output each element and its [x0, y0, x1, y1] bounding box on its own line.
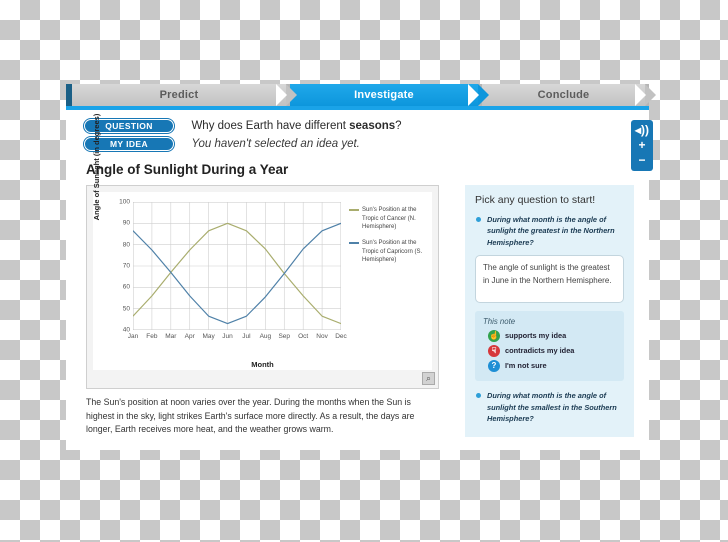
legend-swatch-icon: [349, 209, 359, 211]
bullet-icon: [476, 217, 481, 222]
chart-x-tick: Jan: [127, 333, 139, 340]
chart-x-tick: Jul: [242, 333, 251, 340]
tab-investigate[interactable]: Investigate: [290, 84, 489, 106]
page-title: Angle of Sunlight During a Year: [86, 162, 289, 177]
sidebar-question-2[interactable]: During what month is the angle of sunlig…: [475, 390, 624, 424]
chart-legend-label: Sun's Position at the Tropic of Capricor…: [362, 240, 423, 264]
tab-predict[interactable]: Predict: [72, 84, 297, 106]
answer-textarea[interactable]: The angle of sunlight is the greatest in…: [475, 255, 624, 304]
tab-divider-inner-icon: [468, 84, 479, 106]
question-mark-icon: ?: [488, 360, 500, 373]
chart-canvas: Angle of Sunlight (in degrees) Month 40 5…: [92, 114, 432, 370]
chart-legend: Sun's Position at the Tropic of Cancer (…: [349, 206, 429, 272]
option-contradicts[interactable]: ☟ contradicts my idea: [488, 345, 616, 358]
option-supports-label: supports my idea: [505, 331, 567, 341]
note-label: This note: [483, 317, 516, 327]
workflow-tab-bar: Predict Investigate Conclude: [66, 84, 656, 110]
tab-conclude-label: Conclude: [537, 89, 590, 101]
chart-y-tick: 70: [122, 262, 130, 270]
chart-x-tick: Feb: [146, 333, 158, 340]
sidebar-question-1-label: During what month is the angle of sunlig…: [487, 215, 615, 247]
chart-caption: The Sun's position at noon varies over t…: [86, 397, 415, 435]
thumbs-down-icon: ☟: [488, 345, 500, 358]
bullet-icon: [476, 393, 481, 399]
chart-x-tick: Oct: [298, 333, 309, 340]
sidebar-question-1[interactable]: During what month is the angle of sunlig…: [475, 214, 624, 248]
thumbs-up-icon: ☝: [488, 330, 500, 343]
tab-conclude[interactable]: Conclude: [482, 84, 656, 106]
chart-x-tick: Nov: [316, 333, 328, 340]
zoom-in-icon[interactable]: +: [631, 138, 653, 153]
question-sidebar: Pick any question to start! During what …: [465, 185, 634, 437]
option-not-sure[interactable]: ? I'm not sure: [488, 360, 616, 373]
app-stage: Predict Investigate Conclude QUESTION Wh…: [0, 0, 728, 542]
chart-x-tick: Apr: [184, 333, 195, 340]
tab-predict-label: Predict: [159, 89, 199, 101]
chart-legend-item: Sun's Position at the Tropic of Capricor…: [349, 239, 429, 265]
my-idea-text: You haven't selected an idea yet.: [191, 137, 360, 150]
chart-x-tick: Aug: [259, 333, 272, 340]
option-supports[interactable]: ☝ supports my idea: [488, 330, 616, 343]
sidebar-question-2-label: During what month is the angle of sunlig…: [487, 391, 617, 424]
my-idea-row: MY IDEA You haven't selected an idea yet…: [84, 135, 360, 153]
chart-x-tick: May: [202, 333, 215, 340]
chart-container: Angle of Sunlight (in degrees) Month 40 5…: [86, 114, 439, 389]
chart-svg: [132, 201, 342, 331]
question-text: Why does Earth have different seasons?: [191, 120, 401, 132]
chart-y-axis-label: Angle of Sunlight (in degrees): [92, 113, 101, 221]
tab-divider-icon: [478, 84, 489, 106]
sidebar-heading: Pick any question to start!: [475, 194, 596, 206]
chart-y-tick: 90: [122, 219, 130, 227]
question-row: QUESTION Why does Earth have different s…: [84, 117, 402, 135]
note-evaluation-box: This note ☝ supports my idea ☟ contradic…: [475, 311, 624, 382]
media-controls: ◂)) + −: [631, 120, 653, 171]
question-text-emphasis: seasons: [349, 119, 396, 132]
chart-x-tick: Dec: [335, 333, 347, 340]
chart-x-tick: Sep: [278, 333, 291, 340]
chart-x-tick: Jun: [222, 333, 233, 340]
question-text-post: ?: [395, 119, 402, 132]
tab-divider-inner-icon: [276, 84, 287, 106]
tab-divider-icon: [645, 84, 656, 106]
chart-y-tick: 50: [122, 305, 130, 313]
chart-x-axis-label: Month: [251, 360, 274, 369]
chart-legend-label: Sun's Position at the Tropic of Cancer (…: [362, 207, 417, 231]
speaker-icon[interactable]: ◂)): [631, 123, 653, 138]
option-contradicts-label: contradicts my idea: [505, 346, 575, 356]
option-not-sure-label: I'm not sure: [505, 361, 547, 371]
chart-plot-area: 40 50 60 70 80 90 100 Jan Feb Mar Apr May Jun Jul Aug S…: [119, 199, 347, 341]
question-text-pre: Why does Earth have different: [191, 119, 350, 132]
zoom-out-icon[interactable]: −: [631, 153, 653, 168]
legend-swatch-icon: [349, 242, 359, 245]
chart-x-tick: Mar: [165, 333, 177, 340]
chart-y-tick: 80: [122, 241, 130, 249]
chart-magnify-icon[interactable]: ⌕: [422, 372, 435, 385]
chart-legend-item: Sun's Position at the Tropic of Cancer (…: [349, 206, 429, 232]
chart-y-tick: 100: [119, 198, 130, 206]
chart-y-tick: 60: [122, 283, 130, 291]
tab-divider-icon: [286, 84, 297, 106]
tab-investigate-label: Investigate: [354, 89, 414, 101]
tab-divider-inner-icon: [635, 84, 646, 106]
